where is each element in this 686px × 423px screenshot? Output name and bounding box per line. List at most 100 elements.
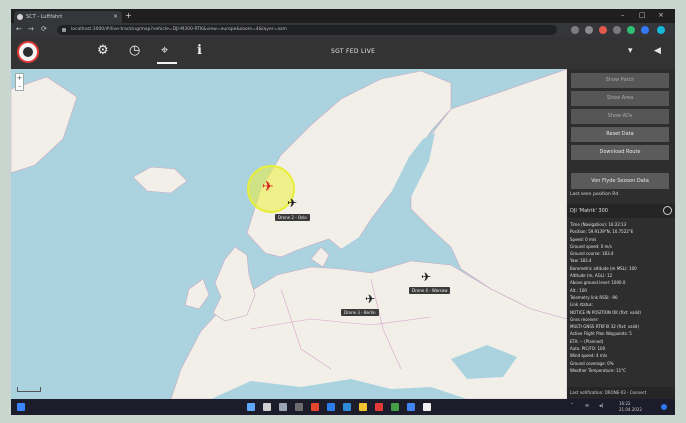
browser-window: SCT - Luftfahrt × + – □ × ← → ⟳ localhos… — [11, 9, 675, 415]
zoom-control[interactable]: + – — [15, 73, 24, 91]
app-icon[interactable] — [375, 403, 383, 411]
extension-icon[interactable] — [599, 26, 607, 34]
map-view[interactable]: + – ✈ ✈ Drone 2 - Oslo ✈ Drone 3 - Berli… — [11, 69, 567, 399]
app-icon[interactable] — [311, 403, 319, 411]
maximize-button[interactable]: □ — [639, 11, 646, 19]
browser-tab-strip: SCT - Luftfahrt × + – □ × — [11, 9, 675, 23]
clock-icon[interactable]: ◷ — [129, 44, 140, 58]
logout-icon[interactable]: ◀ — [654, 46, 661, 56]
location-pin-icon[interactable]: ⌖ — [156, 44, 178, 64]
search-icon[interactable] — [263, 403, 271, 411]
telemetry-item: Yaw: 183.4 — [570, 258, 592, 264]
address-url: localhost:3000/#/live-tracking/map?vehic… — [71, 27, 287, 32]
telemetry-item: ETA: -- (Planned) — [570, 338, 604, 344]
browser-toolbar: ← → ⟳ localhost:3000/#/live-tracking/map… — [11, 23, 675, 37]
telemetry-item: MULTI-GNSS RTKFIX 32 (fixt: valid) — [570, 324, 639, 330]
address-bar[interactable]: localhost:3000/#/live-tracking/map?vehic… — [57, 25, 557, 35]
settings-icon[interactable] — [663, 206, 672, 215]
show-patch-button[interactable]: Show Patch — [571, 73, 669, 88]
vehicle-section-title: DJI 'Matrik' 300 — [570, 208, 608, 214]
app-icon[interactable] — [423, 403, 431, 411]
vehicle-label: Drone 3 - Berlin — [341, 309, 379, 316]
drone-group-icon[interactable]: ⚙ — [97, 44, 109, 58]
vehicle-label: Drone 2 - Oslo — [275, 214, 310, 221]
bell-icon[interactable]: ▾ — [628, 46, 633, 56]
telemetry-item: Ground coverage: 0% — [570, 360, 614, 366]
close-tab-icon[interactable]: × — [113, 11, 118, 23]
extension-icon[interactable] — [641, 26, 649, 34]
start-icon[interactable] — [17, 403, 25, 411]
widgets-icon[interactable] — [295, 403, 303, 411]
new-tab-button[interactable]: + — [125, 11, 132, 20]
os-taskbar: ˄ ≋ ◂) 16:22 21.04.2022 — [11, 399, 675, 415]
clock-date: 21.04.2022 — [619, 407, 642, 412]
page-title: SGT FED LIVE — [331, 48, 376, 55]
minimize-button[interactable]: – — [621, 11, 625, 19]
notification-footer: Last notification: DRONE-03 - Connect — [567, 387, 675, 399]
view-flight-data-button[interactable]: Von Flyde Sezoon Data — [571, 173, 669, 189]
drone-marker-icon[interactable]: ✈ — [287, 197, 297, 209]
zoom-out-button[interactable]: – — [16, 82, 23, 90]
tray-chevron-icon[interactable]: ˄ — [571, 403, 574, 409]
volume-icon[interactable]: ◂) — [599, 403, 603, 409]
telemetry-item: Position: 59.9139°N, 10.7522°E — [570, 229, 634, 235]
telemetry-item: Weather Temperature: 11°C — [570, 367, 626, 373]
telemetry-item: Speed: 0 m/s — [570, 236, 597, 242]
notification-icon[interactable] — [661, 404, 667, 410]
telemetry-item: Altitude (m, AGL): 12 — [570, 273, 613, 279]
telemetry-item: Barometric altitude (m MSL): 100 — [570, 265, 637, 271]
drone-marker-icon[interactable]: ✈ — [365, 293, 375, 305]
app-logo[interactable] — [17, 41, 39, 63]
telemetry-item: Ground speed: 0 m/s — [570, 243, 612, 249]
browser-tab-title: SCT - Luftfahrt — [26, 14, 63, 20]
extension-icon[interactable] — [585, 26, 593, 34]
file-explorer-icon[interactable] — [359, 403, 367, 411]
telemetry-item: Link status: — [570, 302, 594, 308]
map-tiles — [11, 69, 567, 399]
vehicle-label: Drone 4 - Warsaw — [409, 287, 451, 294]
mail-icon[interactable] — [343, 403, 351, 411]
reset-data-button[interactable]: Reset Data — [571, 127, 669, 142]
selected-drone-icon[interactable]: ✈ — [262, 179, 274, 195]
extension-icon[interactable] — [571, 26, 579, 34]
telemetry-item: Above ground level: 1000.0 — [570, 280, 626, 286]
chrome-icon[interactable] — [391, 403, 399, 411]
telemetry-item: NOTICE IN POSITION OK (fixt: valid) — [570, 309, 641, 315]
reload-button[interactable]: ⟳ — [41, 25, 47, 33]
telemetry-item: Alt.: 100 — [570, 287, 587, 293]
task-view-icon[interactable] — [279, 403, 287, 411]
download-route-button[interactable]: Download Route — [571, 145, 669, 160]
windows-icon[interactable] — [247, 403, 255, 411]
zoom-in-button[interactable]: + — [16, 74, 23, 82]
clock-time: 16:22 — [619, 401, 631, 406]
telemetry-item: Gnss receiver: — [570, 316, 599, 322]
wifi-icon[interactable]: ≋ — [585, 403, 589, 409]
show-area-button[interactable]: Show Area — [571, 91, 669, 106]
profile-avatar[interactable] — [657, 26, 665, 34]
taskbar-clock[interactable]: 16:22 21.04.2022 — [619, 401, 642, 413]
vehicle-section-header[interactable]: DJI 'Matrik' 300 — [567, 204, 675, 218]
side-panel: Show Patch Show Area Show ADs Reset Data… — [567, 69, 675, 399]
lock-icon — [62, 28, 66, 32]
extension-icon[interactable] — [627, 26, 635, 34]
browser-tab[interactable]: SCT - Luftfahrt × — [14, 11, 122, 23]
forward-button[interactable]: → — [28, 25, 34, 33]
show-ads-button[interactable]: Show ADs — [571, 109, 669, 124]
telemetry-list: Time (Navigation): 16:22:13 Position: 59.… — [570, 221, 674, 374]
telemetry-item: Active Flight Plan Waypoints: 5 — [570, 331, 632, 337]
back-button[interactable]: ← — [16, 25, 22, 33]
telemetry-item: Telemetry link RSSI: -90 — [570, 294, 618, 300]
telemetry-item: Auto. PIC/FO: 100 — [570, 346, 606, 352]
telemetry-item: Time (Navigation): 16:22:13 — [570, 222, 627, 227]
status-line: Last seen position Rd — [570, 192, 619, 197]
info-icon[interactable]: ℹ — [197, 44, 202, 58]
extension-icon[interactable] — [613, 26, 621, 34]
drone-marker-icon[interactable]: ✈ — [421, 271, 431, 283]
telemetry-item: Wind speed: 4 m/s — [570, 353, 608, 359]
map-scale-bar — [17, 387, 41, 392]
app-header: ⚙ ◷ ⌖ ℹ SGT FED LIVE ▾ ◀ — [11, 37, 675, 69]
app-icon[interactable] — [407, 403, 415, 411]
edge-icon[interactable] — [327, 403, 335, 411]
close-window-button[interactable]: × — [658, 11, 664, 19]
telemetry-item: Ground course: 183.4 — [570, 251, 614, 257]
